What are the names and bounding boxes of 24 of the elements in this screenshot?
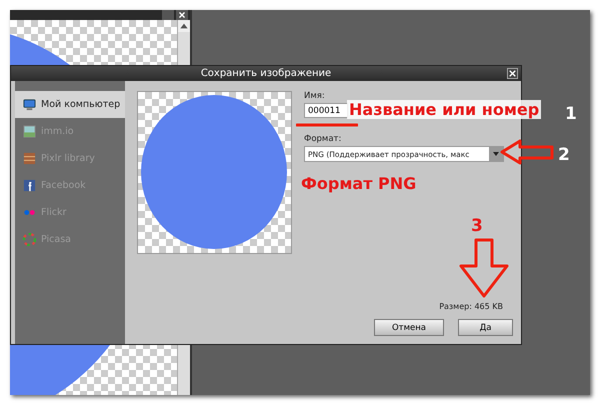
- file-size-text: Размер: 465 KB: [439, 302, 503, 311]
- name-input[interactable]: 000011: [304, 103, 348, 118]
- scroll-up-icon[interactable]: [178, 20, 190, 32]
- sidebar-item[interactable]: Мой компьютер: [15, 91, 125, 118]
- step-number: 2: [558, 145, 570, 165]
- annotation-text: Формат PNG: [301, 174, 416, 193]
- dialog-button[interactable]: Отмена: [374, 319, 444, 336]
- dialog-title: Сохранить изображение: [200, 68, 332, 79]
- annotation-text: Название или номер: [347, 100, 542, 119]
- close-icon[interactable]: [176, 10, 188, 20]
- underline-mark: [296, 123, 358, 127]
- step-number: 1: [565, 104, 577, 124]
- close-icon[interactable]: [507, 68, 518, 79]
- pinwheel-icon: [23, 233, 36, 246]
- facebook-icon: [23, 179, 36, 192]
- dialog-button[interactable]: Да: [458, 319, 513, 336]
- format-label: Формат:: [304, 134, 342, 144]
- cabinet-icon: [23, 152, 36, 165]
- picture-icon: [23, 125, 36, 138]
- monitor-icon: [23, 98, 36, 111]
- step-number: 3: [471, 216, 483, 236]
- left-arrow-annotation: [500, 139, 554, 165]
- name-label: Имя:: [304, 91, 325, 101]
- down-arrow-annotation: [458, 238, 510, 298]
